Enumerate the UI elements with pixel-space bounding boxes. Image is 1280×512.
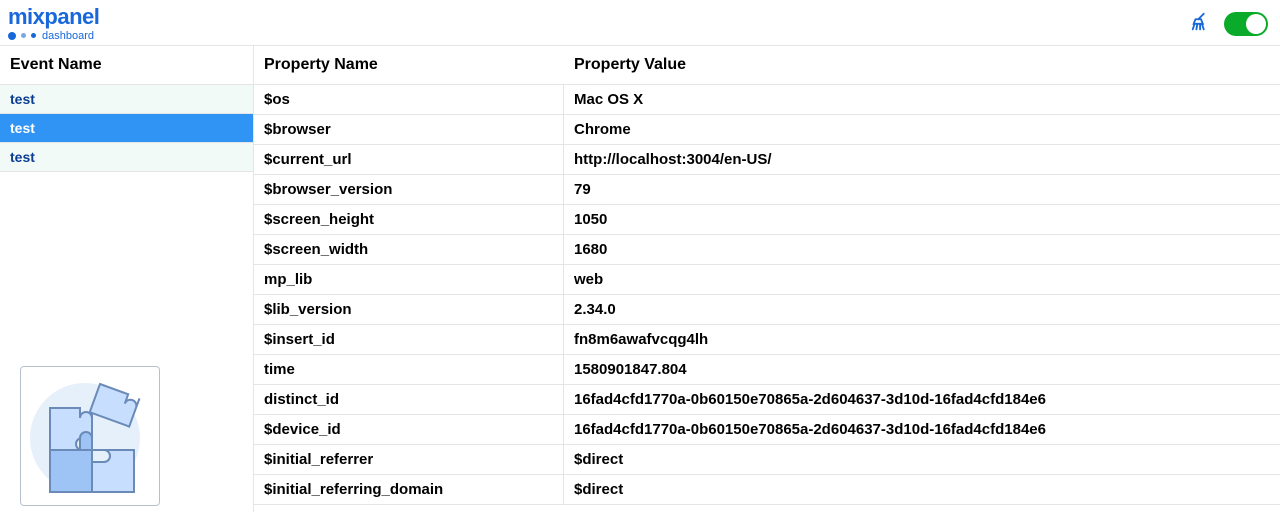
property-name: $initial_referrer (254, 445, 564, 474)
property-rows: $osMac OS X$browserChrome$current_urlhtt… (254, 85, 1280, 505)
event-row[interactable]: test (0, 143, 253, 172)
property-value: 1580901847.804 (564, 355, 1280, 384)
brand-logo: mixpanel dashboard (8, 6, 99, 42)
property-row: $current_urlhttp://localhost:3004/en-US/ (254, 145, 1280, 175)
property-row: $osMac OS X (254, 85, 1280, 115)
header-actions (1190, 11, 1268, 36)
property-name: time (254, 355, 564, 384)
property-name: $browser (254, 115, 564, 144)
property-value: 79 (564, 175, 1280, 204)
event-name-header: Event Name (0, 46, 112, 84)
property-row: $lib_version2.34.0 (254, 295, 1280, 325)
property-name: $device_id (254, 415, 564, 444)
event-row[interactable]: test (0, 85, 253, 114)
property-name: $browser_version (254, 175, 564, 204)
property-row: $browserChrome (254, 115, 1280, 145)
event-row[interactable]: test (0, 114, 253, 143)
property-value: $direct (564, 475, 1280, 504)
property-value: $direct (564, 445, 1280, 474)
properties-header-row: Property Name Property Value (254, 46, 1280, 85)
properties-panel: Property Name Property Value $osMac OS X… (254, 46, 1280, 512)
brand-dots-icon (8, 32, 36, 40)
property-value: Chrome (564, 115, 1280, 144)
property-row: $insert_idfn8m6awafvcqg4lh (254, 325, 1280, 355)
property-row: $screen_height1050 (254, 205, 1280, 235)
property-name: $insert_id (254, 325, 564, 354)
property-value: http://localhost:3004/en-US/ (564, 145, 1280, 174)
property-value: 16fad4cfd1770a-0b60150e70865a-2d604637-3… (564, 415, 1280, 444)
property-name: $screen_height (254, 205, 564, 234)
events-header-row: Event Name (0, 46, 253, 85)
property-value: Mac OS X (564, 85, 1280, 114)
property-value: 2.34.0 (564, 295, 1280, 324)
property-row: $initial_referrer$direct (254, 445, 1280, 475)
property-name: $initial_referring_domain (254, 475, 564, 504)
brand-subline: dashboard (8, 30, 99, 42)
tracking-toggle[interactable] (1224, 12, 1268, 36)
property-row: $screen_width1680 (254, 235, 1280, 265)
property-name: $current_url (254, 145, 564, 174)
property-row: $device_id16fad4cfd1770a-0b60150e70865a-… (254, 415, 1280, 445)
events-panel: Event Name testtesttest (0, 46, 254, 512)
property-value-header: Property Value (564, 46, 1280, 84)
property-row: mp_libweb (254, 265, 1280, 295)
extension-puzzle-icon (20, 366, 160, 506)
property-name: $lib_version (254, 295, 564, 324)
property-name-header: Property Name (254, 46, 564, 84)
property-row: distinct_id16fad4cfd1770a-0b60150e70865a… (254, 385, 1280, 415)
property-value: fn8m6awafvcqg4lh (564, 325, 1280, 354)
event-list: testtesttest (0, 85, 253, 172)
brand-subtitle: dashboard (42, 30, 94, 42)
property-row: $initial_referring_domain$direct (254, 475, 1280, 505)
property-value: 1050 (564, 205, 1280, 234)
property-name: $screen_width (254, 235, 564, 264)
property-name: $os (254, 85, 564, 114)
brand-name: mixpanel (8, 6, 99, 28)
property-name: mp_lib (254, 265, 564, 294)
property-row: time1580901847.804 (254, 355, 1280, 385)
property-value: web (564, 265, 1280, 294)
clear-icon[interactable] (1190, 11, 1212, 36)
property-name: distinct_id (254, 385, 564, 414)
property-value: 1680 (564, 235, 1280, 264)
app-header: mixpanel dashboard (0, 0, 1280, 46)
property-row: $browser_version79 (254, 175, 1280, 205)
main-content: Event Name testtesttest Property Name Pr… (0, 46, 1280, 512)
property-value: 16fad4cfd1770a-0b60150e70865a-2d604637-3… (564, 385, 1280, 414)
